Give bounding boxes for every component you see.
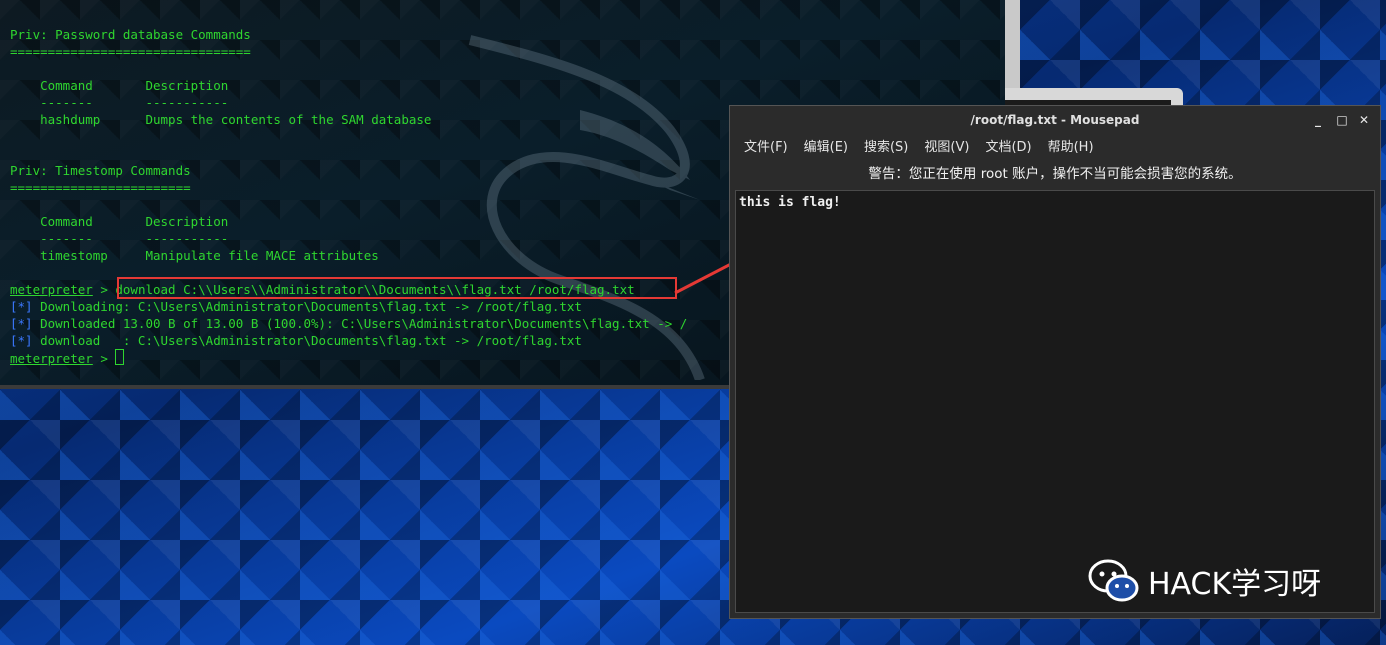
status-tag: [*] xyxy=(10,333,33,348)
prompt-separator: > xyxy=(92,282,116,297)
menu-file[interactable]: 文件(F) xyxy=(736,134,796,161)
menu-search[interactable]: 搜索(S) xyxy=(856,134,916,161)
prompt-separator: > xyxy=(92,351,116,366)
maximize-icon[interactable]: □ xyxy=(1334,112,1350,128)
root-warning: 警告：您正在使用 root 账户，操作不当可能会损害您的系统。 xyxy=(868,166,1242,182)
terminal-line: Command Description xyxy=(10,78,229,93)
output-line: [*] Downloading: C:\Users\Administrator\… xyxy=(10,298,582,315)
file-content[interactable]: this is flag! xyxy=(739,195,841,210)
menu-bar: 文件(F) 编辑(E) 搜索(S) 视图(V) 文档(D) 帮助(H) xyxy=(730,134,1380,161)
wechat-icon xyxy=(1088,559,1139,602)
command-highlight-box xyxy=(117,277,677,299)
cursor xyxy=(115,349,125,365)
terminal-line: Priv: Timestomp Commands xyxy=(10,163,191,178)
terminal-line: ------- ----------- xyxy=(10,95,229,110)
menu-document[interactable]: 文档(D) xyxy=(977,134,1039,161)
output-text: Downloading: C:\Users\Administrator\Docu… xyxy=(32,299,582,314)
status-tag: [*] xyxy=(10,299,33,314)
prompt: meterpreter xyxy=(10,282,93,297)
watermark-text: HACK学习呀 xyxy=(1148,567,1322,602)
terminal-line: ================================ xyxy=(10,44,251,59)
output-text: Downloaded 13.00 B of 13.00 B (100.0%): … xyxy=(32,316,688,331)
final-prompt-line: meterpreter > xyxy=(10,349,125,367)
watermark: HACK学习呀 xyxy=(1088,558,1321,604)
status-tag: [*] xyxy=(10,316,33,331)
terminal-line: Priv: Password database Commands xyxy=(10,27,251,42)
menu-help[interactable]: 帮助(H) xyxy=(1040,134,1102,161)
minimize-icon[interactable]: _ xyxy=(1310,112,1326,128)
close-icon[interactable]: ✕ xyxy=(1356,112,1372,128)
terminal-line: ------- ----------- xyxy=(10,231,229,246)
menu-view[interactable]: 视图(V) xyxy=(916,134,977,161)
window-title: /root/flag.txt - Mousepad xyxy=(970,113,1140,127)
mousepad-window[interactable]: /root/flag.txt - Mousepad _ □ ✕ 文件(F) 编辑… xyxy=(729,105,1381,619)
window-titlebar[interactable]: /root/flag.txt - Mousepad _ □ ✕ xyxy=(730,106,1380,134)
terminal-line: Command Description xyxy=(10,214,229,229)
terminal-line: timestomp Manipulate file MACE attribute… xyxy=(10,248,379,263)
terminal-line: hashdump Dumps the contents of the SAM d… xyxy=(10,112,432,127)
terminal-line: ======================== xyxy=(10,180,191,195)
prompt: meterpreter xyxy=(10,351,93,366)
menu-edit[interactable]: 编辑(E) xyxy=(796,134,856,161)
text-editor-area[interactable]: this is flag! xyxy=(735,190,1375,613)
output-text: download : C:\Users\Administrator\Docume… xyxy=(32,333,582,348)
output-line: [*] download : C:\Users\Administrator\Do… xyxy=(10,332,582,349)
output-line: [*] Downloaded 13.00 B of 13.00 B (100.0… xyxy=(10,315,687,332)
